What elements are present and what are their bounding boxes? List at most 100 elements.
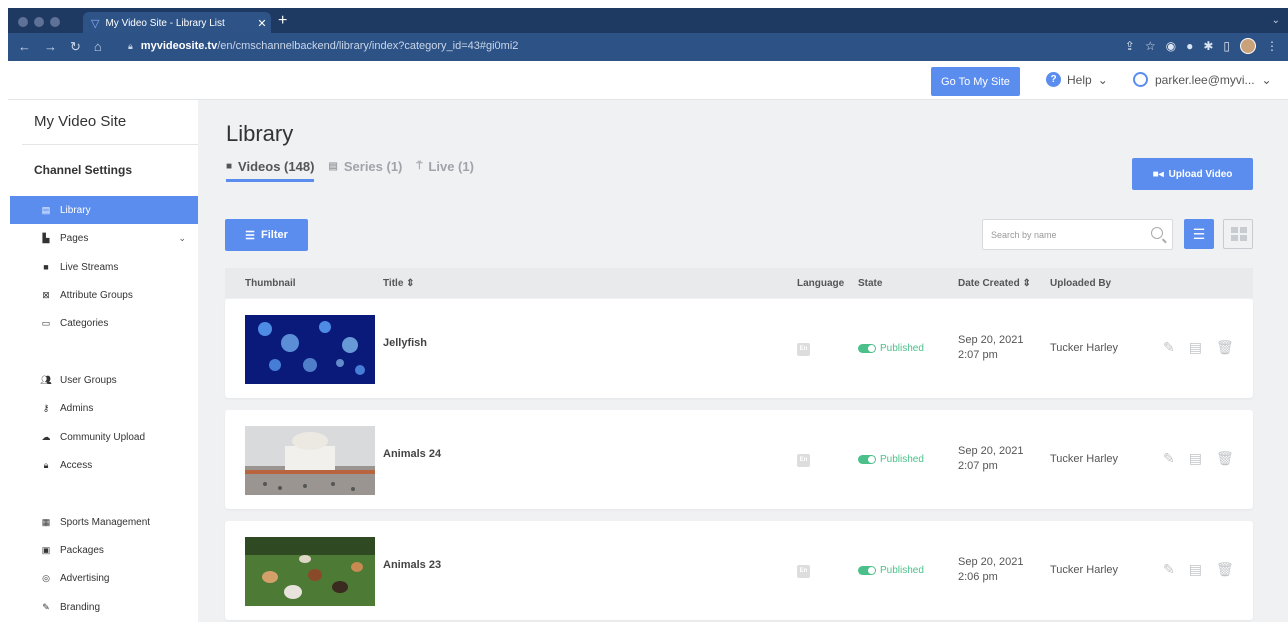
clipboard-icon[interactable]: ▤: [1189, 450, 1202, 467]
new-tab-button[interactable]: +: [278, 12, 287, 30]
sidebar-item-label: Library: [60, 204, 91, 216]
grid-cell: [1240, 235, 1247, 241]
sidebar-item-sports-management[interactable]: ▦ Sports Management: [10, 508, 198, 536]
puzzle-icon[interactable]: ✱: [1203, 39, 1213, 53]
browser-toolbar-icons: ⇪ ☆ ◉ ● ✱ ▯ ⋮: [1125, 38, 1278, 54]
grid-view-toggle[interactable]: [1223, 219, 1253, 249]
list-view-toggle[interactable]: ☰: [1184, 219, 1214, 249]
col-date-created[interactable]: Date Created ⇕: [958, 278, 1031, 289]
sidebar-item-live-streams[interactable]: ■ Live Streams: [10, 253, 198, 281]
row-title[interactable]: Animals 24: [383, 448, 441, 460]
toggle-icon: [858, 455, 876, 464]
language-badge: En: [797, 565, 810, 578]
sidebar-item-user-groups[interactable]: 👥︎ User Groups: [10, 366, 198, 394]
sidebar-item-label: Live Streams: [60, 261, 119, 273]
col-title[interactable]: Title ⇕: [383, 278, 415, 289]
clipboard-icon[interactable]: ▤: [1189, 561, 1202, 578]
chevron-down-icon: ⌄: [1097, 72, 1108, 87]
toggle-icon: [858, 344, 876, 353]
sidebar-item-admins[interactable]: ⚷ Admins: [10, 394, 198, 422]
sidebar-item-access[interactable]: 🔒︎ Access: [10, 451, 198, 479]
clipboard-icon[interactable]: ▤: [1189, 339, 1202, 356]
users-icon: 👥︎: [40, 374, 52, 385]
sidebar-item-label: Advertising: [60, 572, 110, 584]
tab-series[interactable]: ▤ Series (1): [328, 159, 402, 182]
sort-icon: ⇕: [1022, 278, 1031, 289]
go-to-site-button[interactable]: Go To My Site: [931, 67, 1020, 96]
share-icon[interactable]: ⇪: [1125, 39, 1135, 53]
reload-icon[interactable]: ↻: [70, 39, 81, 55]
uploaded-by: Tucker Harley: [1050, 453, 1119, 465]
user-menu[interactable]: parker.lee@myvi... ⌄: [1133, 72, 1272, 87]
tab-list-chevron-icon[interactable]: ⌄: [1272, 15, 1280, 26]
tab-videos[interactable]: ■ Videos (148): [226, 159, 315, 182]
col-thumbnail: Thumbnail: [245, 278, 296, 289]
sidebar-item-categories[interactable]: ▭ Categories: [10, 309, 198, 337]
window-close-dot[interactable]: [18, 17, 28, 27]
row-title[interactable]: Jellyfish: [383, 337, 427, 349]
menu-icon[interactable]: ⋮: [1266, 39, 1278, 53]
video-thumbnail[interactable]: [245, 537, 375, 606]
tab-label: Series (1): [343, 159, 403, 174]
row-actions: ✎ ▤ 🗑︎: [1163, 339, 1234, 356]
upload-video-button[interactable]: ■◂ Upload Video: [1132, 158, 1253, 190]
table-row[interactable]: Jellyfish En Published Sep 20, 2021 2:07…: [225, 299, 1253, 398]
pencil-icon[interactable]: ✎: [1163, 561, 1175, 578]
table-row[interactable]: Animals 24 En Published Sep 20, 2021 2:0…: [225, 410, 1253, 509]
search-input[interactable]: [983, 220, 1143, 249]
list-icon: ☰: [1192, 225, 1206, 242]
help-menu[interactable]: ? Help ⌄: [1046, 72, 1108, 87]
pencil-icon[interactable]: ✎: [1163, 339, 1175, 356]
pencil-icon[interactable]: ✎: [1163, 450, 1175, 467]
sidebar-item-branding[interactable]: ✎ Branding: [10, 593, 198, 621]
toggle-icon: [858, 566, 876, 575]
filter-button[interactable]: ☰ Filter: [225, 219, 308, 251]
date-text: Sep 20, 2021: [958, 556, 1024, 568]
sidebar-icon[interactable]: ▯: [1223, 39, 1230, 53]
sidebar-item-attribute-groups[interactable]: ⊠ Attribute Groups: [10, 281, 198, 309]
row-title[interactable]: Animals 23: [383, 559, 441, 571]
cloud-upload-icon: ☁: [41, 431, 51, 442]
sidebar-item-advertising[interactable]: ◎ Advertising: [10, 564, 198, 592]
tab-close-icon[interactable]: ✕: [253, 17, 271, 30]
trash-icon[interactable]: 🗑︎: [1216, 561, 1234, 578]
tab-live[interactable]: ⍑ Live (1): [416, 159, 474, 182]
video-thumbnail[interactable]: [245, 426, 375, 495]
home-icon[interactable]: ⌂: [94, 39, 102, 55]
trash-icon[interactable]: 🗑︎: [1216, 450, 1234, 467]
table-header: Thumbnail Title ⇕ Language State Date Cr…: [225, 268, 1253, 298]
search-icon[interactable]: [1151, 227, 1163, 239]
trash-icon[interactable]: 🗑︎: [1216, 339, 1234, 356]
language-badge: En: [797, 454, 810, 467]
extension-icon[interactable]: ●: [1186, 39, 1193, 53]
back-icon[interactable]: ←: [18, 39, 31, 55]
url-field[interactable]: 🔒︎ myvideosite.tv/en/cmschannelbackend/li…: [128, 40, 518, 52]
date-created: Sep 20, 2021 2:07 pm: [958, 333, 1023, 363]
sidebar-item-community-upload[interactable]: ☁ Community Upload: [10, 423, 198, 451]
sidebar-item-label: Branding: [60, 601, 101, 613]
browser-tab-strip: ▽ My Video Site - Library List ✕ + ⌄: [8, 8, 1288, 34]
window-minimize-dot[interactable]: [34, 17, 44, 27]
video-thumbnail[interactable]: [245, 315, 375, 384]
main-content: Library ■ Videos (148) ▤ Series (1) ⍑ Li…: [198, 100, 1288, 622]
window-zoom-dot[interactable]: [50, 17, 60, 27]
page-title: Library: [226, 121, 294, 146]
sidebar-item-pages[interactable]: ▙ Pages ⌄: [10, 224, 198, 252]
state-status[interactable]: Published: [858, 454, 924, 465]
forward-icon[interactable]: →: [44, 39, 57, 55]
star-icon[interactable]: ☆: [1145, 39, 1156, 53]
url-host: myvideosite.tv: [140, 40, 218, 52]
browser-tab[interactable]: ▽ My Video Site - Library List ✕: [83, 12, 271, 34]
uploaded-by: Tucker Harley: [1050, 564, 1119, 576]
profile-avatar[interactable]: [1240, 38, 1256, 54]
time-text: 2:06 pm: [958, 571, 998, 583]
filter-label: Filter: [260, 229, 288, 241]
sidebar-item-library[interactable]: ▤ Library: [10, 196, 198, 224]
extension-icon[interactable]: ◉: [1166, 39, 1176, 53]
sidebar-item-packages[interactable]: ▣ Packages: [10, 536, 198, 564]
video-icon: ■: [226, 161, 233, 172]
state-status[interactable]: Published: [858, 343, 924, 354]
state-status[interactable]: Published: [858, 565, 924, 576]
tab-label: Live (1): [428, 159, 474, 174]
table-row[interactable]: Animals 23 En Published Sep 20, 2021 2:0…: [225, 521, 1253, 620]
